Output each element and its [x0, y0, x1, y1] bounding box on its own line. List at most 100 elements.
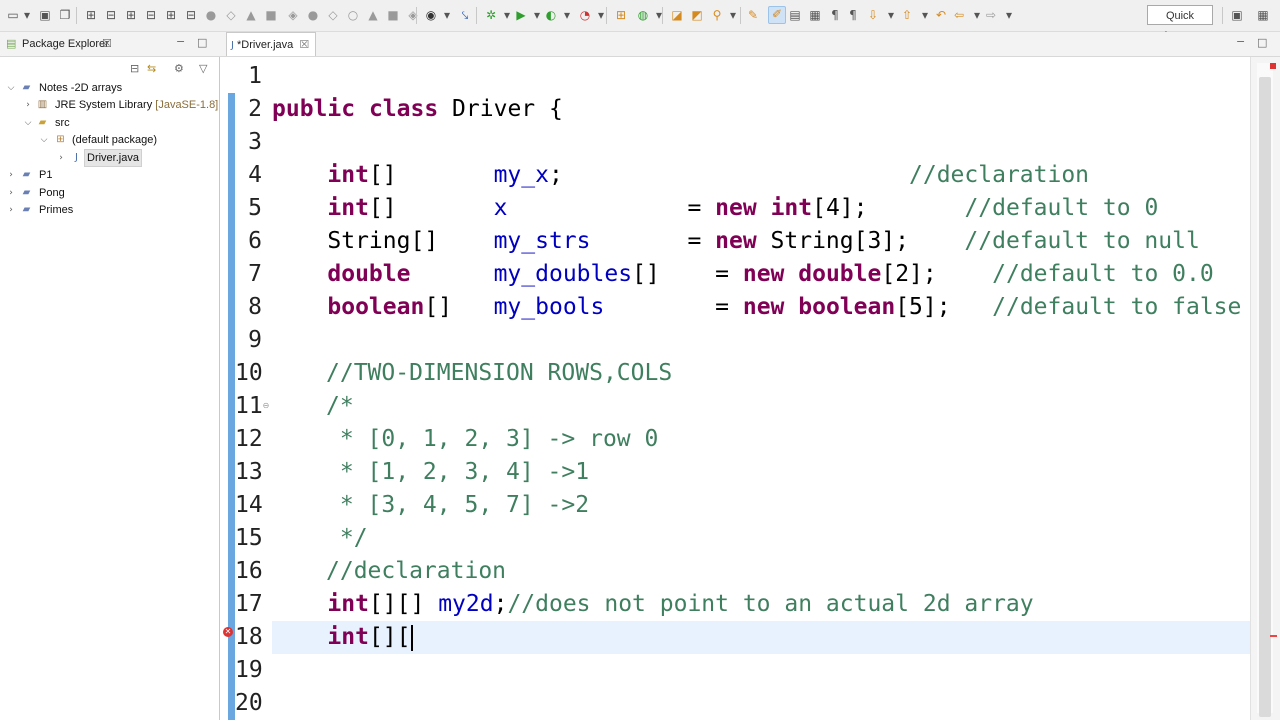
highlight-icon[interactable]: ✐ — [768, 6, 786, 24]
dropdown-arrow-icon[interactable]: ▾ — [20, 8, 34, 22]
dropdown-arrow-icon[interactable]: ▾ — [726, 8, 740, 22]
error-summary-marker[interactable] — [1270, 63, 1276, 69]
search-icon[interactable]: ⚲ — [710, 8, 724, 22]
chevron-down-icon[interactable]: ⌵ — [6, 80, 16, 96]
minimize-icon[interactable]: − — [176, 35, 185, 48]
tree-item-project-primes[interactable]: › ▰ Primes — [0, 202, 218, 218]
dropdown-arrow-icon[interactable]: ▾ — [884, 8, 898, 22]
save-all-icon[interactable]: ❐ — [58, 8, 72, 22]
filter-icon[interactable]: ⚙ — [174, 62, 184, 75]
save-icon[interactable]: ▣ — [38, 8, 52, 22]
layout-icon[interactable]: ⊞ — [84, 8, 98, 22]
debug-point-icon[interactable]: ■ — [264, 8, 278, 22]
tree-item-jre-library[interactable]: › ▥ JRE System Library [JavaSE-1.8] — [0, 97, 218, 113]
debug-point-icon[interactable]: ◈ — [286, 8, 300, 22]
debug-point-icon[interactable]: ◇ — [326, 8, 340, 22]
code-line-15[interactable]: */ — [326, 522, 368, 555]
code-line-2[interactable]: public class Driver { — [272, 93, 563, 126]
minimize-icon[interactable]: − — [1236, 35, 1245, 48]
code-line-13[interactable]: * [1, 2, 3, 4] ->1 — [326, 456, 589, 489]
code-line-5[interactable]: int[] x = new int[4]; //default to 0 — [272, 192, 1158, 225]
next-annotation-icon[interactable]: ⇩ — [866, 8, 880, 22]
new-icon[interactable]: ▭ — [6, 8, 20, 22]
show-whitespace-icon[interactable]: ¶ — [828, 8, 842, 22]
open-type-icon[interactable]: ◪ — [670, 8, 684, 22]
code-line-16[interactable]: //declaration — [326, 555, 506, 588]
dropdown-arrow-icon[interactable]: ▾ — [560, 8, 574, 22]
toggle-word-wrap-icon[interactable]: ▦ — [808, 8, 822, 22]
maximize-icon[interactable]: □ — [197, 36, 207, 49]
package-explorer-tab[interactable]: ▤ Package Explorer ☒ − □ — [0, 32, 220, 57]
code-line-12[interactable]: * [0, 1, 2, 3] -> row 0 — [326, 423, 659, 456]
debug-point-icon[interactable]: ◇ — [224, 8, 238, 22]
code-line-6[interactable]: String[] my_strs = new String[3]; //defa… — [272, 225, 1199, 258]
layout-icon[interactable]: ⊟ — [184, 8, 198, 22]
tree-item-default-package[interactable]: ⌵ ⊞ (default package) — [0, 132, 218, 148]
collapse-all-icon[interactable]: ⊟ — [130, 62, 139, 75]
dropdown-arrow-icon[interactable]: ▾ — [970, 8, 984, 22]
code-line-4[interactable]: int[] my_x; //declaration — [272, 159, 1089, 192]
dropdown-arrow-icon[interactable]: ▾ — [440, 8, 454, 22]
debug-point-icon[interactable]: ▲ — [366, 8, 380, 22]
debug-run-icon[interactable]: ◉ — [424, 8, 438, 22]
toggle-block-icon[interactable]: ▤ — [788, 8, 802, 22]
chevron-down-icon[interactable]: ⌵ — [39, 132, 49, 148]
chevron-right-icon[interactable]: › — [6, 185, 16, 201]
error-overview-marker[interactable] — [1270, 635, 1277, 637]
code-line-7[interactable]: double my_doubles[] = new double[2]; //d… — [272, 258, 1213, 291]
debug-point-icon[interactable]: ▲ — [244, 8, 258, 22]
code-line-17[interactable]: int[][] my2d;//does not point to an actu… — [272, 588, 1033, 621]
debug-point-icon[interactable]: ○ — [346, 8, 360, 22]
dropdown-arrow-icon[interactable]: ▾ — [652, 8, 666, 22]
new-java-project-icon[interactable]: ⊞ — [614, 8, 628, 22]
dropdown-arrow-icon[interactable]: ▾ — [1002, 8, 1016, 22]
pilcrow-icon[interactable]: ¶ — [846, 8, 860, 22]
view-menu-icon[interactable]: ▽ — [199, 62, 207, 75]
chevron-right-icon[interactable]: › — [6, 202, 16, 218]
previous-annotation-icon[interactable]: ⇧ — [900, 8, 914, 22]
close-icon[interactable]: ☒ — [299, 38, 309, 51]
skip-breakpoints-icon[interactable]: ⤥ — [458, 8, 472, 22]
new-class-icon[interactable]: ◍ — [636, 8, 650, 22]
dropdown-arrow-icon[interactable]: ▾ — [918, 8, 932, 22]
chevron-right-icon[interactable]: › — [56, 150, 66, 166]
code-line-10[interactable]: //TWO-DIMENSION ROWS,COLS — [326, 357, 672, 390]
last-edit-icon[interactable]: ↶ — [934, 8, 948, 22]
forward-icon[interactable]: ⇨ — [984, 8, 998, 22]
maximize-icon[interactable]: □ — [1257, 36, 1267, 49]
error-icon[interactable]: ✕ — [223, 627, 233, 637]
chevron-right-icon[interactable]: › — [23, 97, 33, 113]
open-perspective-icon[interactable]: ▣ — [1230, 8, 1244, 22]
coverage-icon[interactable]: ◐ — [544, 8, 558, 22]
link-with-editor-icon[interactable]: ⇆ — [147, 62, 156, 75]
debug-point-icon[interactable]: ◈ — [406, 8, 420, 22]
scrollbar-thumb[interactable] — [1259, 77, 1271, 717]
code-line-8[interactable]: boolean[] my_bools = new boolean[5]; //d… — [272, 291, 1241, 324]
next-annotation-icon[interactable]: ✎ — [746, 8, 760, 22]
open-task-icon[interactable]: ◩ — [690, 8, 704, 22]
layout-icon[interactable]: ⊟ — [144, 8, 158, 22]
tree-item-driver-java[interactable]: › J Driver.java — [0, 149, 218, 167]
java-perspective-icon[interactable]: ▦ — [1256, 8, 1270, 22]
layout-icon[interactable]: ⊞ — [164, 8, 178, 22]
tree-item-src[interactable]: ⌵ ▰ src — [0, 115, 218, 131]
fold-toggle-icon[interactable]: ⊖ — [262, 402, 270, 410]
chevron-right-icon[interactable]: › — [6, 167, 16, 183]
close-icon[interactable]: ☒ — [102, 37, 112, 50]
debug-point-icon[interactable]: ● — [306, 8, 320, 22]
code-line-14[interactable]: * [3, 4, 5, 7] ->2 — [326, 489, 589, 522]
quick-access-field[interactable]: Quick Access — [1147, 5, 1213, 42]
debug-point-icon[interactable]: ● — [204, 8, 218, 22]
tree-item-project-notes[interactable]: ⌵ ▰ Notes -2D arrays — [0, 80, 218, 96]
tree-item-project-p1[interactable]: › ▰ P1 — [0, 167, 218, 183]
bug-icon[interactable]: ✲ — [484, 8, 498, 22]
layout-icon[interactable]: ⊞ — [124, 8, 138, 22]
dropdown-arrow-icon[interactable]: ▾ — [530, 8, 544, 22]
chevron-down-icon[interactable]: ⌵ — [23, 115, 33, 131]
layout-icon[interactable]: ⊟ — [104, 8, 118, 22]
external-tools-icon[interactable]: ◔ — [578, 8, 592, 22]
dropdown-arrow-icon[interactable]: ▾ — [500, 8, 514, 22]
code-line-11[interactable]: /* — [326, 390, 354, 423]
run-icon[interactable]: ▶ — [514, 8, 528, 22]
code-editor[interactable]: ✕ ⊖ 1 2 3 4 5 6 7 8 9 10 11 12 13 14 15 16 17 18 19 20 publ… — [220, 57, 1280, 720]
